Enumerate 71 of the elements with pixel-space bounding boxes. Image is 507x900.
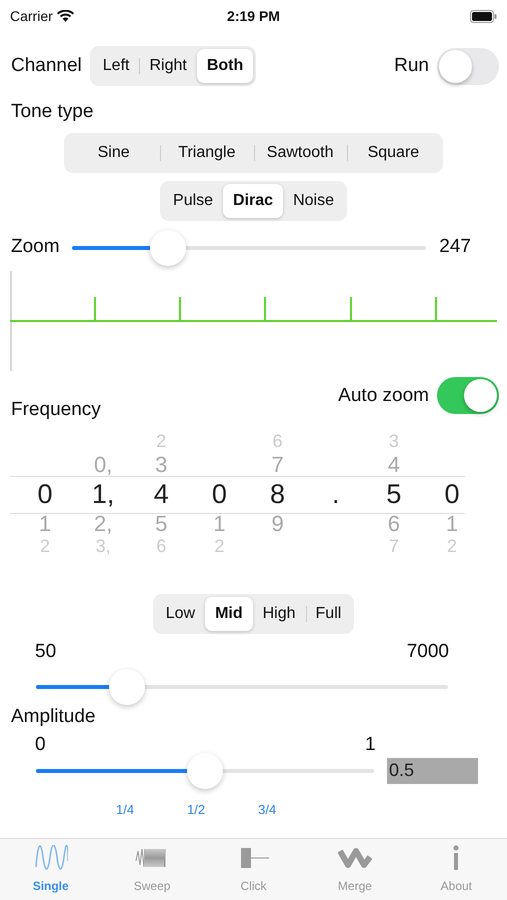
picker-option[interactable]: 3	[155, 453, 168, 476]
amplitude-min: 0	[35, 733, 47, 757]
zoom-value: 247	[439, 235, 471, 260]
slider-thumb[interactable]	[108, 668, 145, 704]
zoom-label: Zoom	[11, 235, 61, 260]
picker-value[interactable]: 0	[444, 476, 460, 512]
tab-label: Sweep	[134, 878, 170, 895]
picker-value[interactable]: 0	[37, 476, 53, 512]
channel-label: Channel	[11, 54, 82, 78]
tab-label: Single	[32, 878, 69, 895]
tab-item[interactable]: Single	[0, 839, 102, 900]
tone-type-segment[interactable]: Triangle	[160, 136, 254, 170]
tone-type-segment[interactable]: Noise	[283, 184, 344, 218]
tone-type-segment[interactable]: Sine	[67, 136, 160, 170]
tone-type-segment[interactable]: Dirac	[223, 184, 284, 218]
info-icon	[453, 845, 460, 871]
tab-label: About	[440, 878, 472, 895]
picker-option[interactable]: 6	[388, 512, 400, 535]
amplitude-max: 1	[365, 733, 376, 757]
tab-label: Click	[240, 878, 267, 895]
picker-option[interactable]: 9	[271, 512, 284, 535]
auto-zoom-label: Auto zoom	[338, 384, 429, 408]
tone-type-label: Tone type	[10, 100, 94, 124]
tab-item[interactable]: Click	[202, 839, 304, 900]
picker-value[interactable]: 8	[270, 476, 286, 512]
tick-link[interactable]: 1/2	[187, 800, 206, 819]
channel-segment[interactable]: Both	[196, 49, 254, 83]
picker-value[interactable]: .	[332, 476, 340, 512]
picker-option[interactable]: 1	[38, 512, 52, 535]
tab-item[interactable]: About	[406, 839, 507, 900]
slider-thumb[interactable]	[150, 230, 186, 266]
amplitude-field[interactable]: 0.5	[387, 758, 478, 784]
channel-segment[interactable]: Right	[139, 49, 197, 83]
tone-type-segment[interactable]: Square	[346, 136, 440, 170]
picker-value[interactable]: 0	[212, 476, 227, 512]
range-segment[interactable]: Low	[156, 597, 206, 631]
tone-type-segment[interactable]: Sawtooth	[254, 136, 347, 170]
picker-option[interactable]: 5	[155, 512, 168, 535]
wifi-icon	[56, 10, 74, 22]
frequency-label: Frequency	[11, 398, 101, 422]
range-max: 7000	[406, 640, 449, 664]
range-segment[interactable]: High	[252, 597, 306, 631]
toggle-switch[interactable]	[437, 376, 499, 414]
sine-wave-icon	[34, 845, 68, 871]
picker-option[interactable]: 0,	[94, 453, 112, 476]
tick-link[interactable]: 1/4	[116, 800, 134, 819]
range-min: 50	[35, 640, 56, 664]
picker-value[interactable]: 4	[154, 476, 169, 512]
tab-item[interactable]: Merge	[304, 839, 406, 900]
picker-option[interactable]: 1	[213, 512, 226, 535]
picker-option[interactable]: 4	[388, 453, 400, 476]
channel-segment[interactable]: Left	[92, 49, 140, 83]
toggle-switch[interactable]	[437, 48, 499, 84]
picker-option[interactable]: 7	[271, 453, 284, 476]
run-label: Run	[394, 54, 429, 78]
tick-link[interactable]: 3/4	[258, 800, 276, 819]
range-segment[interactable]: Mid	[205, 597, 253, 631]
picker-value[interactable]: 1,	[92, 476, 114, 512]
tone-type-segment[interactable]: Pulse	[163, 184, 224, 218]
slider-thumb[interactable]	[187, 752, 223, 788]
merge-wave-icon	[338, 845, 372, 871]
picker-option[interactable]: 1	[446, 512, 458, 535]
carrier-label: Carrier	[10, 6, 53, 26]
status-time: 2:19 PM	[226, 6, 281, 26]
tab-label: Merge	[338, 878, 372, 895]
battery-icon	[470, 10, 497, 22]
tab-item[interactable]: Sweep	[101, 839, 203, 900]
range-segment[interactable]: Full	[306, 597, 352, 631]
picker-option[interactable]: 2,	[94, 512, 112, 535]
picker-value[interactable]: 5	[386, 476, 402, 512]
amplitude-label: Amplitude	[10, 704, 96, 728]
